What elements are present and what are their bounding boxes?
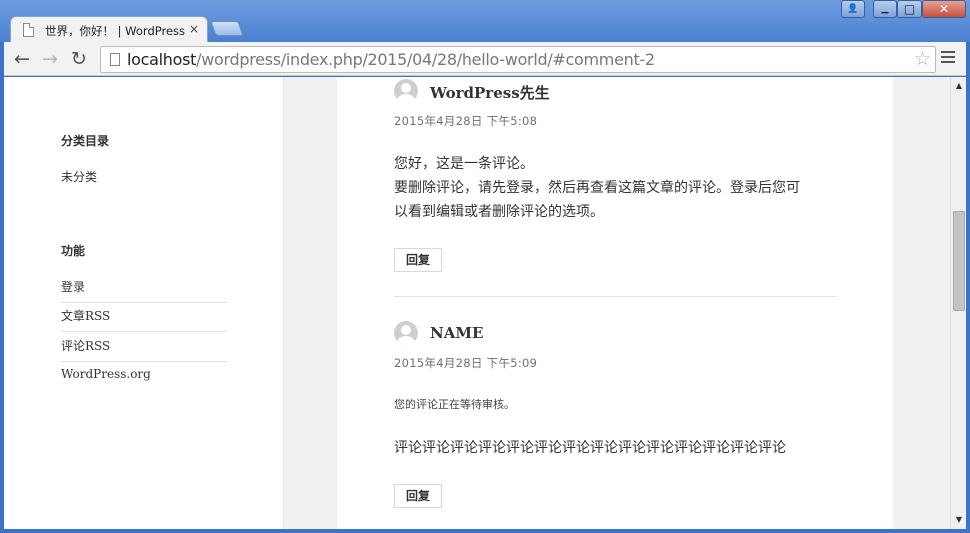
page-viewport: 分类目录 未分类 功能 登录 文章RSS 评论RSS WordPress.org… <box>4 77 950 529</box>
comment-author[interactable]: WordPress先生 <box>430 82 550 103</box>
forward-button[interactable]: → <box>38 47 62 71</box>
url-path: /wordpress/index.php/2015/04/28/hello-wo… <box>196 50 655 69</box>
close-icon: ✕ <box>938 2 950 16</box>
comment-text-line: 您好，这是一条评论。 <box>394 156 534 172</box>
reload-icon: ↻ <box>71 48 87 70</box>
categories-widget-title: 分类目录 <box>61 134 110 148</box>
avatar <box>394 321 418 345</box>
window-titlebar: 世界，你好！ | WordPress × 👤 ▁ □ ✕ <box>0 0 970 43</box>
address-bar[interactable]: localhost/wordpress/index.php/2015/04/28… <box>100 46 936 73</box>
scroll-up-icon[interactable]: ▲ <box>951 81 967 90</box>
new-tab-button[interactable] <box>210 21 244 36</box>
comment-date[interactable]: 2015年4月28日 下午5:09 <box>394 355 537 371</box>
reply-button[interactable]: 回复 <box>394 484 442 508</box>
reload-button[interactable]: ↻ <box>67 47 91 71</box>
browser-tab-active[interactable]: 世界，你好！ | WordPress × <box>10 16 208 43</box>
meta-link-login[interactable]: 登录 <box>61 278 227 303</box>
browser-menu-icon[interactable] <box>941 51 955 67</box>
meta-link-wordpress-org[interactable]: WordPress.org <box>61 367 227 381</box>
comment-text-line: 要删除评论，请先登录，然后再查看这篇文章的评论。登录后您可 <box>394 180 800 196</box>
close-window-button[interactable]: ✕ <box>922 0 966 18</box>
category-link[interactable]: 未分类 <box>61 168 227 185</box>
user-profile-button[interactable]: 👤 <box>841 0 865 18</box>
avatar <box>394 79 418 103</box>
sidebar: 分类目录 未分类 功能 登录 文章RSS 评论RSS WordPress.org <box>4 77 284 529</box>
url-text: localhost/wordpress/index.php/2015/04/28… <box>127 50 655 69</box>
meta-link-entries-rss[interactable]: 文章RSS <box>61 307 227 332</box>
back-button[interactable]: ← <box>10 47 34 71</box>
page-icon <box>110 53 120 66</box>
browser-toolbar: ← → ↻ localhost/wordpress/index.php/2015… <box>4 42 966 76</box>
moderation-notice: 您的评论正在等待审核。 <box>394 398 515 411</box>
meta-link-comments-rss[interactable]: 评论RSS <box>61 337 227 362</box>
tab-title: 世界，你好！ | WordPress <box>45 24 186 38</box>
vertical-scrollbar[interactable]: ▲ ▼ <box>950 77 966 529</box>
forward-arrow-icon: → <box>42 48 58 70</box>
maximize-icon: □ <box>903 2 916 16</box>
scroll-down-icon[interactable]: ▼ <box>951 515 967 524</box>
user-icon: 👤 <box>847 4 859 14</box>
comment-author: NAME <box>430 324 484 342</box>
reply-button[interactable]: 回复 <box>394 248 442 272</box>
comment-divider <box>394 296 837 297</box>
tab-close-icon[interactable]: × <box>189 22 199 36</box>
back-arrow-icon: ← <box>14 48 30 70</box>
maximize-button[interactable]: □ <box>897 0 922 18</box>
url-host: localhost <box>127 50 197 69</box>
comment-date[interactable]: 2015年4月28日 下午5:08 <box>394 113 537 129</box>
scrollbar-thumb[interactable] <box>953 211 965 311</box>
comments-area: WordPress先生 2015年4月28日 下午5:08 您好，这是一条评论。… <box>337 77 893 529</box>
comment-text-line: 以看到编辑或者删除评论的选项。 <box>394 204 604 220</box>
minimize-icon: ▁ <box>881 4 889 14</box>
comment-text-line: 评论评论评论评论评论评论评论评论评论评论评论评论评论评论 <box>394 440 786 456</box>
bookmark-star-icon[interactable]: ☆ <box>914 48 931 70</box>
meta-widget-title: 功能 <box>61 244 86 258</box>
minimize-button[interactable]: ▁ <box>873 0 897 18</box>
page-favicon-icon <box>23 23 34 37</box>
